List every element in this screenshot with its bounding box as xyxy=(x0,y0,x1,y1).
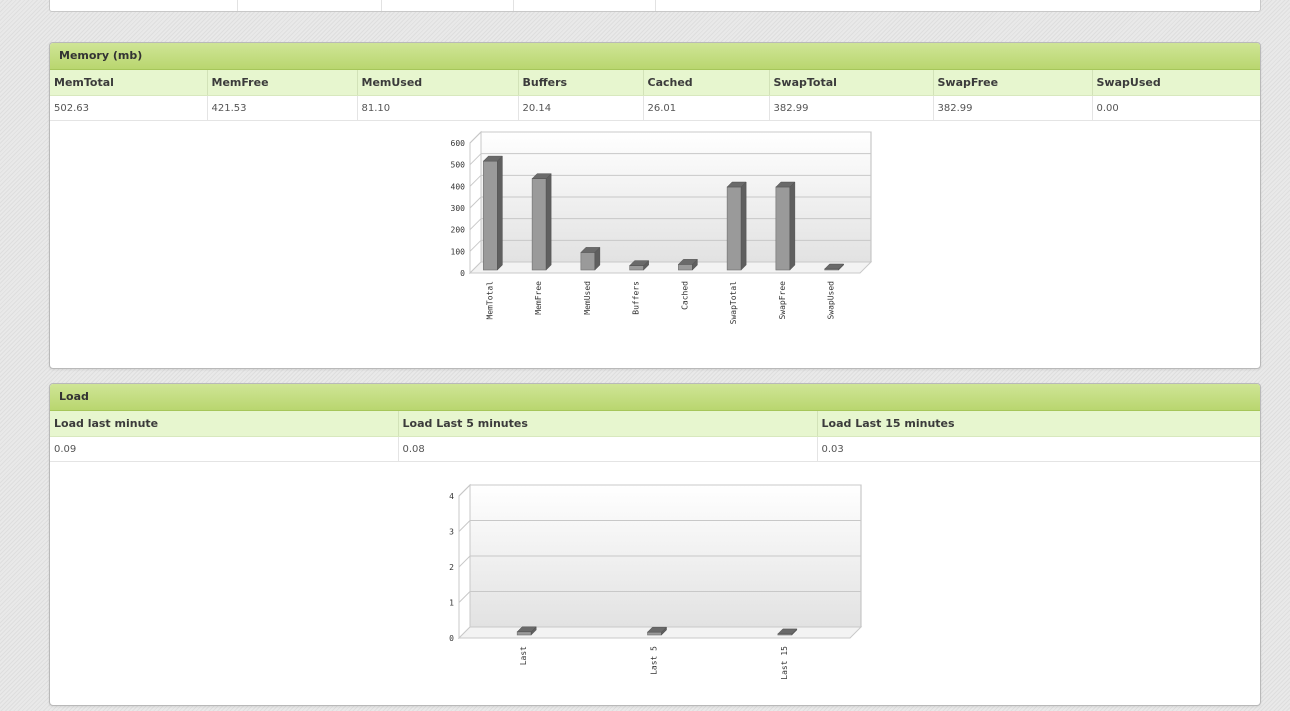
y-tick-label: 0 xyxy=(449,634,454,643)
memory-panel: Memory (mb) MemTotal MemFree MemUsed Buf… xyxy=(49,42,1261,369)
memory-col-header: MemTotal xyxy=(50,70,207,96)
x-category-label: Last xyxy=(519,646,528,665)
y-tick-label: 2 xyxy=(449,563,454,572)
x-category-label: Last 5 xyxy=(650,646,659,675)
memory-value-cell: 0.00 xyxy=(1091,95,1260,121)
bar-side xyxy=(740,181,747,271)
y-tick-label: 1 xyxy=(449,599,454,608)
column-separator xyxy=(237,0,238,11)
load-value-row: 0.09 0.08 0.03 xyxy=(50,436,1260,462)
memory-value-cell: 382.99 xyxy=(932,95,1092,121)
x-category-label: SwapUsed xyxy=(827,281,836,320)
y-tick-label: 100 xyxy=(451,247,466,256)
x-category-label: SwapFree xyxy=(778,281,787,320)
memory-value-cell: 26.01 xyxy=(642,95,769,121)
memory-col-header: MemUsed xyxy=(356,70,518,96)
bar xyxy=(775,186,791,271)
memory-value-cell: 502.63 xyxy=(50,95,207,121)
column-separator xyxy=(381,0,382,11)
bar xyxy=(483,160,498,271)
x-category-label: MemTotal xyxy=(485,281,494,320)
memory-col-header: Cached xyxy=(642,70,769,96)
memory-chart-area: 0 100 200 300 400 500 600 MemTotal MemFree MemUse… xyxy=(50,121,1260,368)
bar xyxy=(678,264,693,271)
load-header-row: Load last minute Load Last 5 minutes Loa… xyxy=(50,411,1260,437)
bar-side xyxy=(789,181,796,271)
memory-value-cell: 382.99 xyxy=(768,95,933,121)
memory-value-cell: 20.14 xyxy=(517,95,643,121)
bar xyxy=(647,631,662,636)
y-tick-label: 200 xyxy=(451,226,466,235)
memory-panel-title: Memory (mb) xyxy=(50,43,1260,70)
memory-header-row: MemTotal MemFree MemUsed Buffers Cached … xyxy=(50,70,1260,96)
memory-value-cell: 421.53 xyxy=(206,95,357,121)
x-category-label: SwapTotal xyxy=(729,281,738,325)
memory-value-cell: 81.10 xyxy=(356,95,518,121)
bar xyxy=(629,265,644,271)
load-panel-title: Load xyxy=(50,384,1260,411)
memory-col-header: SwapUsed xyxy=(1091,70,1260,96)
bar xyxy=(531,178,547,271)
y-tick-label: 600 xyxy=(451,139,466,148)
memory-col-header: SwapFree xyxy=(932,70,1092,96)
load-table: Load last minute Load Last 5 minutes Loa… xyxy=(50,411,1260,462)
chart-floor xyxy=(468,261,873,274)
bar xyxy=(726,186,742,271)
memory-col-header: MemFree xyxy=(206,70,357,96)
load-value-cell: 0.03 xyxy=(816,436,1260,462)
load-col-header: Load Last 15 minutes xyxy=(816,411,1260,437)
bar xyxy=(516,631,532,636)
y-tick-label: 300 xyxy=(451,204,466,213)
load-col-header: Load last minute xyxy=(50,411,398,437)
column-separator xyxy=(513,0,514,11)
y-tick-label: 3 xyxy=(449,528,454,537)
memory-col-header: SwapTotal xyxy=(768,70,933,96)
y-tick-label: 0 xyxy=(460,269,465,278)
x-category-label: MemFree xyxy=(534,281,543,315)
y-tick-label: 500 xyxy=(451,161,466,170)
x-category-label: Last 15 xyxy=(780,646,789,680)
load-chart-area: 0 1 2 3 4 Last Last 5 Last 15 xyxy=(50,462,1260,705)
bar xyxy=(580,252,596,271)
bar-side xyxy=(545,173,552,271)
load-panel: Load Load last minute Load Last 5 minute… xyxy=(49,383,1261,706)
memory-value-row: 502.63 421.53 81.10 20.14 26.01 382.99 3… xyxy=(50,95,1260,121)
load-value-cell: 0.08 xyxy=(397,436,817,462)
memory-col-header: Buffers xyxy=(517,70,643,96)
memory-bar-chart: 0 100 200 300 400 500 600 MemTotal MemFree MemUse… xyxy=(451,130,873,325)
x-category-label: MemUsed xyxy=(583,281,592,315)
load-value-cell: 0.09 xyxy=(50,436,398,462)
previous-panel-remnant xyxy=(49,0,1261,12)
memory-table: MemTotal MemFree MemUsed Buffers Cached … xyxy=(50,70,1260,121)
column-separator xyxy=(655,0,656,11)
x-category-label: Buffers xyxy=(632,281,641,315)
y-tick-label: 400 xyxy=(451,182,466,191)
load-col-header: Load Last 5 minutes xyxy=(397,411,817,437)
load-bar-chart: 0 1 2 3 4 Last Last 5 Last 15 xyxy=(449,483,863,680)
bar-side xyxy=(497,155,503,271)
x-category-label: Cached xyxy=(680,281,689,310)
y-tick-label: 4 xyxy=(449,492,454,501)
